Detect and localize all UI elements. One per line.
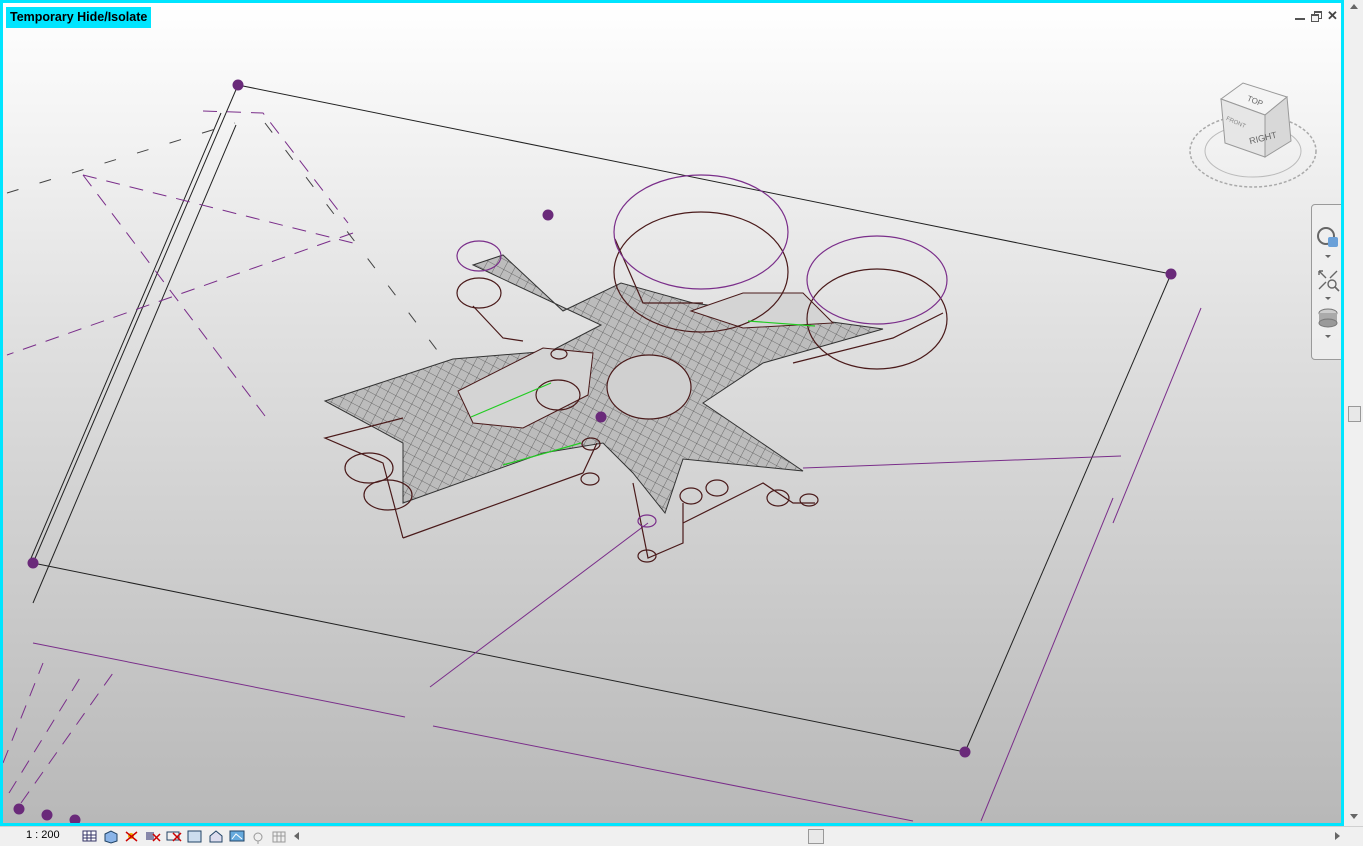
floor-slab[interactable] <box>323 254 884 515</box>
corner-grip[interactable] <box>27 557 39 569</box>
view-scale[interactable]: 1 : 200 <box>26 829 60 841</box>
orbit-icon[interactable] <box>1315 305 1341 331</box>
horizontal-scrollbar[interactable] <box>292 828 1344 844</box>
visual-style-icon[interactable] <box>102 828 120 844</box>
chevron-down-icon[interactable] <box>1325 255 1331 258</box>
corner-grip[interactable] <box>232 79 244 91</box>
corner-grip[interactable] <box>959 746 971 758</box>
temporary-hide-isolate-icon[interactable] <box>228 828 246 844</box>
crop-view-icon[interactable] <box>165 828 183 844</box>
3d-viewport[interactable]: Temporary Hide/Isolate ✕ TOP RIGHT FRONT <box>0 0 1344 826</box>
point-grip[interactable] <box>13 803 25 815</box>
viewcube[interactable]: TOP RIGHT FRONT <box>1189 82 1317 188</box>
scroll-right-icon[interactable] <box>1335 832 1340 840</box>
chevron-down-icon[interactable] <box>1325 297 1331 300</box>
reveal-hidden-elements-icon[interactable] <box>249 828 267 844</box>
point-grip[interactable] <box>542 209 554 221</box>
show-crop-region-icon[interactable] <box>186 828 204 844</box>
model-scene[interactable]: TOP RIGHT FRONT <box>3 3 1341 823</box>
point-grip[interactable] <box>69 814 81 824</box>
corner-grip[interactable] <box>1165 268 1177 280</box>
steering-wheel-icon[interactable] <box>1315 225 1341 251</box>
vertical-scrollbar[interactable] <box>1344 0 1363 826</box>
vertical-scroll-thumb[interactable] <box>1348 406 1361 422</box>
shadows-icon[interactable] <box>144 828 162 844</box>
detail-level-icon[interactable] <box>81 828 99 844</box>
scroll-up-icon[interactable] <box>1350 4 1358 9</box>
sun-path-icon[interactable] <box>123 828 141 844</box>
view-control-icons <box>81 828 288 844</box>
horizontal-scroll-thumb[interactable] <box>808 829 824 844</box>
unlock-3d-view-icon[interactable] <box>207 828 225 844</box>
view-control-bar: 1 : 200 <box>0 826 1363 846</box>
zoom-region-icon[interactable] <box>1315 267 1341 293</box>
point-grip[interactable] <box>595 411 607 423</box>
scroll-down-icon[interactable] <box>1350 814 1358 819</box>
point-grip[interactable] <box>41 809 53 821</box>
scroll-left-icon[interactable] <box>294 832 299 840</box>
navigation-bar <box>1311 204 1341 360</box>
chevron-down-icon[interactable] <box>1325 335 1331 338</box>
analytical-model-icon[interactable] <box>270 828 288 844</box>
